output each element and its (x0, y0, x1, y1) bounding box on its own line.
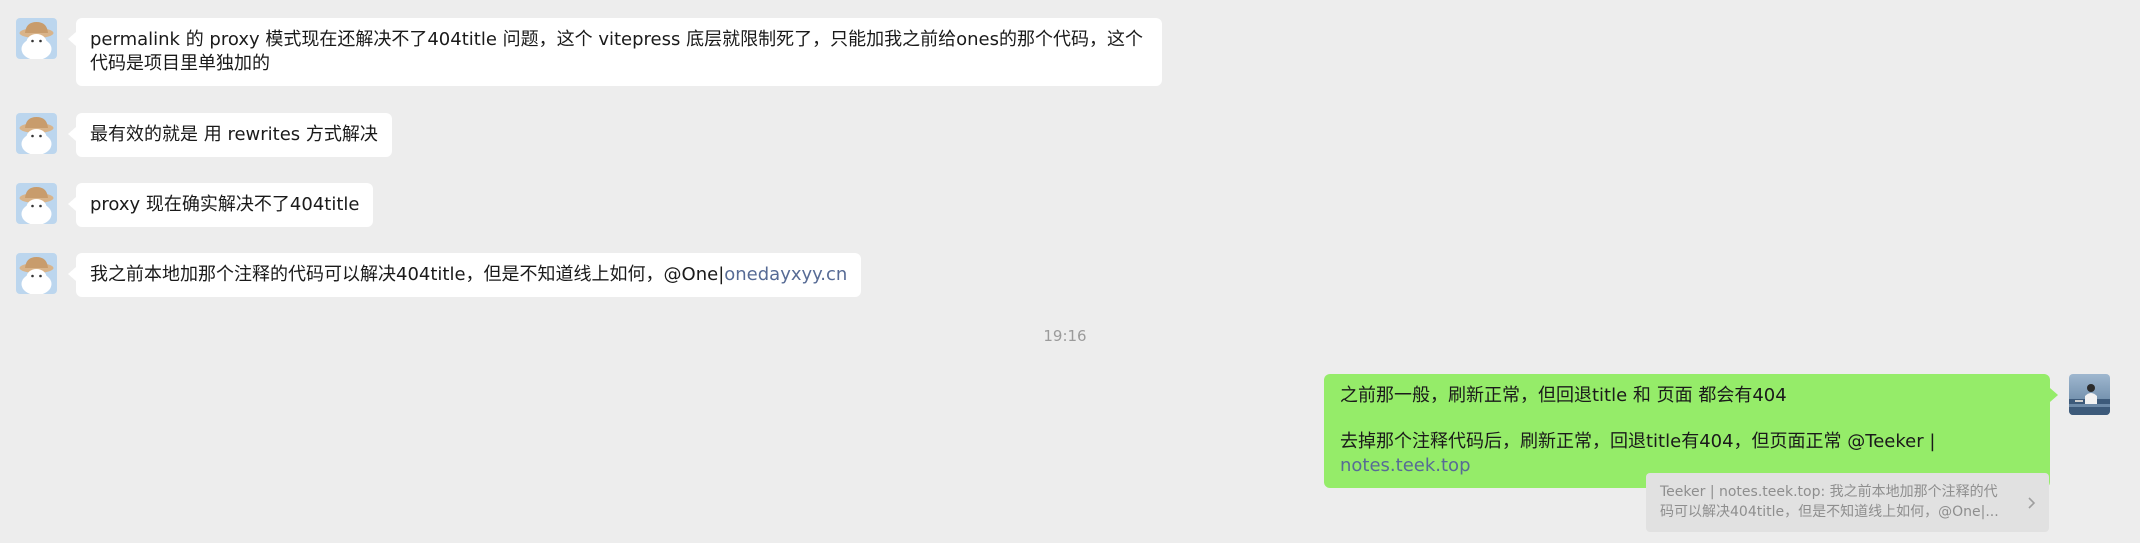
message-link[interactable]: notes.teek.top (1340, 455, 1471, 476)
message-row: permalink 的 proxy 模式现在还解决不了404title 问题，这… (16, 18, 1162, 86)
message-text: permalink 的 proxy 模式现在还解决不了404title 问题，这… (90, 29, 1143, 74)
chevron-right-icon[interactable] (2023, 495, 2039, 511)
quoted-message-text: Teeker | notes.teek.top: 我之前本地加那个注释的代码可以… (1660, 484, 1999, 520)
message-bubble-self[interactable]: 之前那一般，刷新正常，但回退title 和 页面 都会有404 去掉那个注释代码… (1324, 374, 2058, 488)
message-text: 我之前本地加那个注释的代码可以解决404title，但是不知道线上如何，@One… (90, 264, 725, 285)
quoted-message[interactable]: Teeker | notes.teek.top: 我之前本地加那个注释的代码可以… (1646, 473, 2049, 532)
cartoon-hat-avatar-icon[interactable] (16, 18, 57, 59)
message-bubble[interactable]: proxy 现在确实解决不了404title (67, 183, 374, 227)
chat-panel: permalink 的 proxy 模式现在还解决不了404title 问题，这… (0, 0, 2140, 543)
timestamp: 19:16 (1043, 327, 1087, 345)
message-row: 我之前本地加那个注释的代码可以解决404title，但是不知道线上如何，@One… (16, 253, 862, 297)
message-text: proxy 现在确实解决不了404title (90, 194, 360, 215)
message-text-line1: 之前那一般，刷新正常，但回退title 和 页面 都会有404 (1340, 385, 1787, 406)
cartoon-hat-avatar-icon[interactable] (16, 113, 57, 154)
message-bubble[interactable]: permalink 的 proxy 模式现在还解决不了404title 问题，这… (68, 18, 1162, 86)
photo-avatar-icon[interactable] (2069, 374, 2110, 415)
cartoon-hat-avatar-icon[interactable] (16, 253, 57, 294)
message-text-line2: 去掉那个注释代码后，刷新正常，回退title有404，但页面正常 @Teeker… (1340, 430, 2034, 478)
message-row-self: 之前那一般，刷新正常，但回退title 和 页面 都会有404 去掉那个注释代码… (1324, 374, 2110, 488)
message-text: 最有效的就是 用 rewrites 方式解决 (90, 124, 378, 145)
message-text-line2-body: 去掉那个注释代码后，刷新正常，回退title有404，但页面正常 @Teeker… (1340, 431, 1936, 452)
message-row: 最有效的就是 用 rewrites 方式解决 (16, 113, 392, 157)
message-bubble[interactable]: 我之前本地加那个注释的代码可以解决404title，但是不知道线上如何，@One… (67, 253, 862, 297)
message-link[interactable]: onedayxyy.cn (724, 264, 847, 285)
message-bubble[interactable]: 最有效的就是 用 rewrites 方式解决 (68, 113, 392, 157)
cartoon-hat-avatar-icon[interactable] (16, 183, 57, 224)
message-row: proxy 现在确实解决不了404title (16, 183, 374, 227)
